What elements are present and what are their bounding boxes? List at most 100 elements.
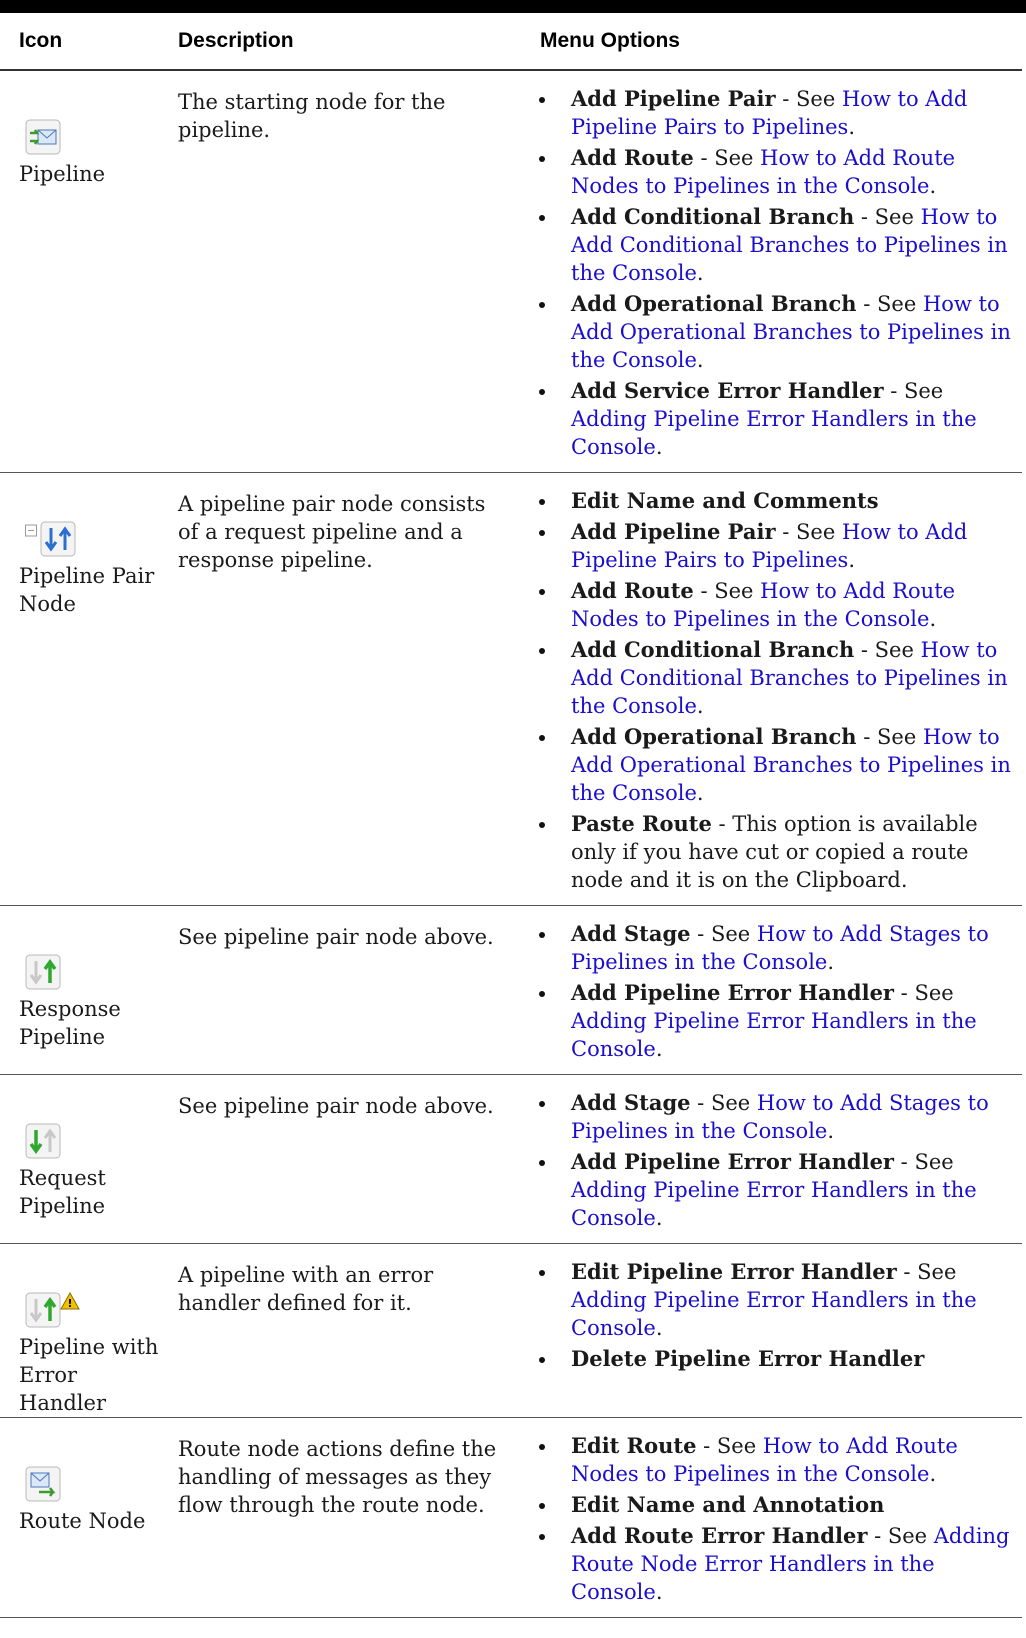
svg-text:!: ! <box>67 1297 72 1310</box>
list-item: Add Route Error Handler - See Adding Rou… <box>517 1522 1022 1606</box>
top-rule <box>0 0 1026 13</box>
pipeline-error-handler-icon: ! <box>19 1292 170 1332</box>
list-item: Edit Name and Comments <box>517 487 1022 515</box>
node-name: Pipeline Pair Node <box>19 564 155 616</box>
option-punctuation: . <box>929 1462 937 1486</box>
header-description: Description <box>170 13 517 71</box>
reference-link[interactable]: Adding Pipeline Error Handlers in the Co… <box>571 1009 977 1061</box>
reference-link[interactable]: Adding Pipeline Error Handlers in the Co… <box>571 407 977 459</box>
menu-options-cell: Add Stage - See How to Add Stages to Pip… <box>517 1074 1022 1244</box>
list-item: Add Conditional Branch - See How to Add … <box>517 203 1022 287</box>
option-text: - See <box>854 205 921 229</box>
option-name: Add Pipeline Pair <box>571 519 776 544</box>
response-pipeline-icon <box>19 954 170 994</box>
header-row: Icon Description Menu Options <box>0 13 1022 71</box>
list-item: Add Operational Branch - See How to Add … <box>517 723 1022 807</box>
list-item: Add Route - See How to Add Route Nodes t… <box>517 577 1022 633</box>
option-text: - See <box>690 1091 757 1115</box>
option-name: Edit Name and Comments <box>571 488 879 513</box>
list-item: Paste Route - This option is available o… <box>517 810 1022 894</box>
node-description: See pipeline pair node above. <box>170 905 517 1075</box>
menu-options-cell: Add Stage - See How to Add Stages to Pip… <box>517 905 1022 1075</box>
table-row: ! Pipeline with Error Handler A pipeline w… <box>0 1243 1022 1418</box>
option-name: Add Pipeline Error Handler <box>571 1149 894 1174</box>
option-punctuation: . <box>827 1119 835 1143</box>
list-item: Edit Route - See How to Add Route Nodes … <box>517 1432 1022 1488</box>
option-text: - See <box>856 725 923 749</box>
node-icon-cell: Response Pipeline <box>0 905 170 1075</box>
option-name: Delete Pipeline Error Handler <box>571 1346 925 1371</box>
option-name: Add Route <box>571 578 694 603</box>
node-description: A pipeline with an error handler defined… <box>170 1243 517 1418</box>
option-name: Add Route Error Handler <box>571 1523 868 1548</box>
list-item: Edit Name and Annotation <box>517 1491 1022 1519</box>
node-name: Response Pipeline <box>19 997 121 1049</box>
option-name: Edit Pipeline Error Handler <box>571 1259 897 1284</box>
option-name: Add Conditional Branch <box>571 637 855 662</box>
option-punctuation: . <box>929 607 937 631</box>
option-text: - See <box>894 1150 954 1174</box>
option-text: - See <box>896 1260 957 1284</box>
list-item: Add Service Error Handler - See Adding P… <box>517 377 1022 461</box>
option-punctuation: . <box>696 261 704 285</box>
option-text: - See <box>775 520 842 544</box>
list-item: Add Pipeline Pair - See How to Add Pipel… <box>517 85 1022 141</box>
option-punctuation: . <box>655 1580 663 1604</box>
option-name: Edit Route <box>571 1433 697 1458</box>
option-text: - See <box>775 87 842 111</box>
menu-options-list: Add Stage - See How to Add Stages to Pip… <box>517 1089 1022 1232</box>
option-punctuation: . <box>655 1037 663 1061</box>
option-name: Add Route <box>571 145 694 170</box>
table-row: Response Pipeline See pipeline pair node … <box>0 905 1022 1075</box>
header-icon: Icon <box>0 13 170 71</box>
menu-options-cell: Add Pipeline Pair - See How to Add Pipel… <box>517 70 1022 473</box>
option-text: - See <box>856 292 923 316</box>
option-text: - See <box>883 379 944 403</box>
table-row: Route Node Route node actions define the … <box>0 1417 1022 1618</box>
list-item: Add Route - See How to Add Route Nodes t… <box>517 144 1022 200</box>
menu-options-list: Edit Route - See How to Add Route Nodes … <box>517 1432 1022 1606</box>
menu-options-cell: Edit Name and Comments Add Pipeline Pair … <box>517 472 1022 906</box>
option-punctuation: . <box>655 1206 663 1230</box>
node-icon-cell: Pipeline Pair Node <box>0 472 170 906</box>
node-icon-cell: Request Pipeline <box>0 1074 170 1244</box>
menu-options-cell: Edit Pipeline Error Handler - See Adding… <box>517 1243 1022 1418</box>
option-text: - See <box>854 638 921 662</box>
reference-link[interactable]: Adding Pipeline Error Handlers in the Co… <box>571 1178 977 1230</box>
option-name: Add Pipeline Error Handler <box>571 980 894 1005</box>
option-text: - See <box>867 1524 934 1548</box>
option-name: Add Stage <box>571 921 691 946</box>
table-row: Request Pipeline See pipeline pair node a… <box>0 1074 1022 1244</box>
option-punctuation: . <box>696 694 704 718</box>
option-punctuation: . <box>655 435 663 459</box>
list-item: Add Stage - See How to Add Stages to Pip… <box>517 920 1022 976</box>
option-name: Add Operational Branch <box>571 724 857 749</box>
header-menu-options: Menu Options <box>517 13 1022 71</box>
list-item: Add Pipeline Pair - See How to Add Pipel… <box>517 518 1022 574</box>
table-row: Pipeline The starting node for the pipeli… <box>0 70 1022 473</box>
node-icon-cell: ! Pipeline with Error Handler <box>0 1243 170 1418</box>
node-icon-cell: Pipeline <box>0 70 170 473</box>
route-node-icon <box>19 1466 170 1506</box>
reference-link[interactable]: Adding Pipeline Error Handlers in the Co… <box>571 1288 977 1340</box>
menu-options-list: Add Stage - See How to Add Stages to Pip… <box>517 920 1022 1063</box>
table-row: Pipeline Pair Node A pipeline pair node c… <box>0 472 1022 906</box>
menu-options-list: Edit Name and Comments Add Pipeline Pair … <box>517 487 1022 894</box>
pipeline-envelope-icon <box>19 119 170 159</box>
option-text: - See <box>894 981 954 1005</box>
node-name: Pipeline with Error Handler <box>19 1335 159 1415</box>
option-punctuation: . <box>696 781 704 805</box>
option-text: - See <box>693 579 761 603</box>
option-punctuation: . <box>848 548 856 572</box>
option-name: Add Operational Branch <box>571 291 857 316</box>
list-item: Delete Pipeline Error Handler <box>517 1345 1022 1373</box>
option-name: Add Service Error Handler <box>571 378 884 403</box>
menu-options-list: Edit Pipeline Error Handler - See Adding… <box>517 1258 1022 1373</box>
list-item: Add Operational Branch - See How to Add … <box>517 290 1022 374</box>
option-name: Add Conditional Branch <box>571 204 855 229</box>
list-item: Add Pipeline Error Handler - See Adding … <box>517 1148 1022 1232</box>
option-name: Edit Name and Annotation <box>571 1492 885 1517</box>
node-description: A pipeline pair node consists of a reque… <box>170 472 517 906</box>
list-item: Add Pipeline Error Handler - See Adding … <box>517 979 1022 1063</box>
option-punctuation: . <box>929 174 937 198</box>
